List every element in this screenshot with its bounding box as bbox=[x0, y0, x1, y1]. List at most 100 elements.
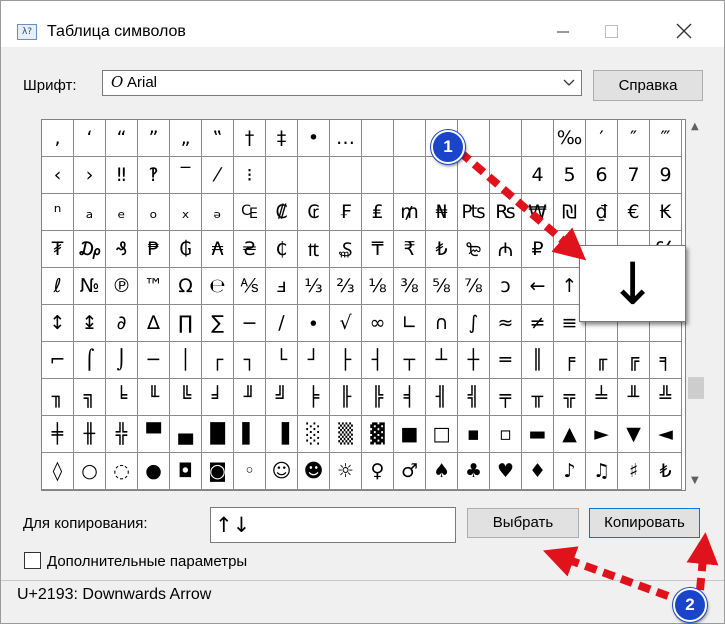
char-cell[interactable]: ₒ bbox=[138, 194, 170, 231]
char-cell[interactable]: ☺ bbox=[266, 453, 298, 490]
char-cell[interactable] bbox=[522, 120, 554, 157]
char-cell[interactable]: ▪ bbox=[458, 416, 490, 453]
char-cell[interactable]: ▬ bbox=[522, 416, 554, 453]
char-cell[interactable]: ⅔ bbox=[330, 268, 362, 305]
char-cell[interactable]: ─ bbox=[138, 342, 170, 379]
char-cell[interactable]: ╢ bbox=[426, 379, 458, 416]
char-cell[interactable]: ₲ bbox=[170, 231, 202, 268]
char-cell[interactable]: ₐ bbox=[74, 194, 106, 231]
char-cell[interactable]: ◊ bbox=[42, 453, 74, 490]
char-cell[interactable]: ₱ bbox=[138, 231, 170, 268]
char-cell[interactable]: ⅝ bbox=[426, 268, 458, 305]
advanced-checkbox[interactable] bbox=[24, 552, 41, 569]
char-cell[interactable]: ♯ bbox=[618, 453, 650, 490]
char-cell[interactable]: ├ bbox=[330, 342, 362, 379]
maximize-button[interactable] bbox=[599, 19, 623, 43]
char-cell[interactable]: ⅞ bbox=[458, 268, 490, 305]
char-cell[interactable]: • bbox=[298, 120, 330, 157]
char-cell[interactable]: ⅛ bbox=[362, 268, 394, 305]
char-cell[interactable] bbox=[458, 157, 490, 194]
char-cell[interactable]: ▫ bbox=[490, 416, 522, 453]
char-cell[interactable]: ℮ bbox=[202, 268, 234, 305]
char-cell[interactable]: ₺ bbox=[650, 453, 682, 490]
char-cell[interactable]: „ bbox=[170, 120, 202, 157]
char-cell[interactable]: ┐ bbox=[234, 342, 266, 379]
char-cell[interactable]: ⌐ bbox=[42, 342, 74, 379]
char-cell[interactable]: ╡ bbox=[394, 379, 426, 416]
char-cell[interactable]: ₳ bbox=[202, 231, 234, 268]
char-cell[interactable]: ₼ bbox=[490, 231, 522, 268]
char-cell[interactable]: ♣ bbox=[458, 453, 490, 490]
font-select[interactable]: O Arial bbox=[102, 70, 582, 96]
char-cell[interactable]: ╦ bbox=[554, 379, 586, 416]
char-cell[interactable]: ╬ bbox=[106, 416, 138, 453]
copy-button[interactable]: Копировать bbox=[589, 508, 700, 538]
char-cell[interactable]: ▄ bbox=[170, 416, 202, 453]
char-cell[interactable]: ₠ bbox=[234, 194, 266, 231]
char-cell[interactable]: ○ bbox=[74, 453, 106, 490]
char-cell[interactable]: ₑ bbox=[106, 194, 138, 231]
char-cell[interactable]: ₵ bbox=[266, 231, 298, 268]
char-cell[interactable]: 9 bbox=[650, 157, 682, 194]
char-cell[interactable]: ‡ bbox=[266, 120, 298, 157]
char-cell[interactable]: ↕ bbox=[42, 305, 74, 342]
char-cell[interactable]: █ bbox=[202, 416, 234, 453]
char-cell[interactable]: ┴ bbox=[426, 342, 458, 379]
char-cell[interactable]: ◄ bbox=[650, 416, 682, 453]
char-cell[interactable]: ₦ bbox=[426, 194, 458, 231]
char-cell[interactable]: ∆ bbox=[138, 305, 170, 342]
char-cell[interactable]: ∩ bbox=[426, 305, 458, 342]
char-cell[interactable]: ◌ bbox=[106, 453, 138, 490]
grid-scrollbar[interactable]: ▲ ▼ bbox=[687, 119, 705, 491]
char-cell[interactable]: ₣ bbox=[330, 194, 362, 231]
char-cell[interactable]: ♂ bbox=[394, 453, 426, 490]
char-cell[interactable]: ” bbox=[138, 120, 170, 157]
char-cell[interactable]: ₥ bbox=[394, 194, 426, 231]
char-cell[interactable]: ┤ bbox=[362, 342, 394, 379]
char-cell[interactable]: ₪ bbox=[554, 194, 586, 231]
char-cell[interactable]: ₧ bbox=[458, 194, 490, 231]
char-cell[interactable]: ╒ bbox=[554, 342, 586, 379]
char-cell[interactable]: ₶ bbox=[298, 231, 330, 268]
char-cell[interactable]: ═ bbox=[490, 342, 522, 379]
char-cell[interactable]: ‰ bbox=[554, 120, 586, 157]
char-cell[interactable]: ⅜ bbox=[394, 268, 426, 305]
char-cell[interactable]: ╔ bbox=[618, 342, 650, 379]
char-cell[interactable]: ╛ bbox=[202, 379, 234, 416]
char-cell[interactable]: ‘ bbox=[74, 120, 106, 157]
char-cell[interactable]: ∂ bbox=[106, 305, 138, 342]
char-cell[interactable]: ⌡ bbox=[106, 342, 138, 379]
char-cell[interactable]: ₹ bbox=[394, 231, 426, 268]
char-cell[interactable]: ╥ bbox=[522, 379, 554, 416]
char-cell[interactable]: € bbox=[618, 194, 650, 231]
char-cell[interactable]: ╨ bbox=[618, 379, 650, 416]
char-cell[interactable]: ◦ bbox=[234, 453, 266, 490]
select-button[interactable]: Выбрать bbox=[467, 508, 579, 538]
char-cell[interactable]: ╫ bbox=[74, 416, 106, 453]
char-cell[interactable]: ₤ bbox=[362, 194, 394, 231]
char-cell[interactable]: ₡ bbox=[266, 194, 298, 231]
char-cell[interactable]: √ bbox=[330, 305, 362, 342]
char-cell[interactable]: ▒ bbox=[330, 416, 362, 453]
char-cell[interactable]: ₴ bbox=[234, 231, 266, 268]
char-cell[interactable]: ╞ bbox=[298, 379, 330, 416]
char-cell[interactable]: ‾ bbox=[170, 157, 202, 194]
char-cell[interactable]: ₷ bbox=[330, 231, 362, 268]
char-cell[interactable]: ∟ bbox=[394, 305, 426, 342]
char-cell[interactable]: ┌ bbox=[202, 342, 234, 379]
char-cell[interactable]: ╧ bbox=[586, 379, 618, 416]
char-cell[interactable]: ∑ bbox=[202, 305, 234, 342]
char-cell[interactable]: 4 bbox=[522, 157, 554, 194]
char-cell[interactable]: ₩ bbox=[522, 194, 554, 231]
char-cell[interactable]: ∕ bbox=[266, 305, 298, 342]
char-cell[interactable] bbox=[362, 157, 394, 194]
char-cell[interactable]: ┬ bbox=[394, 342, 426, 379]
char-cell[interactable]: ‼ bbox=[106, 157, 138, 194]
char-cell[interactable]: ″ bbox=[618, 120, 650, 157]
char-cell[interactable]: ∙ bbox=[298, 305, 330, 342]
char-cell[interactable] bbox=[362, 120, 394, 157]
char-cell[interactable]: ⁿ bbox=[42, 194, 74, 231]
char-cell[interactable]: ⁄ bbox=[202, 157, 234, 194]
char-cell[interactable]: − bbox=[234, 305, 266, 342]
char-cell[interactable]: ™ bbox=[138, 268, 170, 305]
